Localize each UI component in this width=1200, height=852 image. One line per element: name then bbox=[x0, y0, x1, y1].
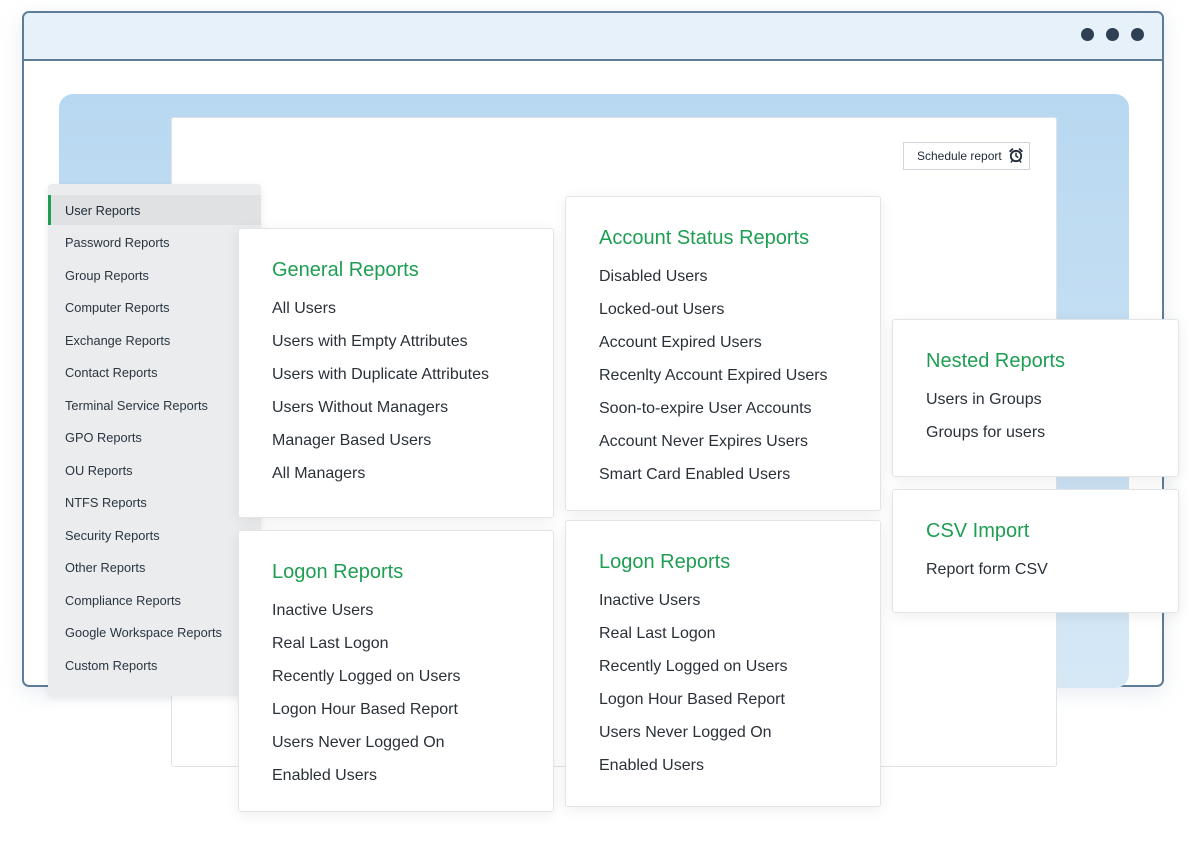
sidebar-item-terminal-service-reports[interactable]: Terminal Service Reports bbox=[48, 390, 261, 420]
report-link[interactable]: Users Never Logged On bbox=[599, 724, 772, 742]
sidebar-item-exchange-reports[interactable]: Exchange Reports bbox=[48, 325, 261, 355]
sidebar-item-gpo-reports[interactable]: GPO Reports bbox=[48, 422, 261, 452]
report-link[interactable]: Recently Logged on Users bbox=[599, 658, 788, 676]
sidebar-item-label: Compliance Reports bbox=[65, 592, 181, 608]
window-control-dot[interactable] bbox=[1081, 28, 1094, 41]
sidebar-item-label: Custom Reports bbox=[65, 657, 158, 673]
sidebar-item-label: Google Workspace Reports bbox=[65, 624, 222, 640]
report-link[interactable]: Inactive Users bbox=[599, 592, 700, 610]
report-link[interactable]: Users with Duplicate Attributes bbox=[272, 366, 489, 384]
sidebar-item-contact-reports[interactable]: Contact Reports bbox=[48, 357, 261, 387]
sidebar: User Reports Password Reports Group Repo… bbox=[48, 184, 261, 696]
report-link[interactable]: Enabled Users bbox=[599, 757, 704, 775]
sidebar-item-google-workspace-reports[interactable]: Google Workspace Reports bbox=[48, 617, 261, 647]
sidebar-item-security-reports[interactable]: Security Reports bbox=[48, 520, 261, 550]
report-link[interactable]: Logon Hour Based Report bbox=[272, 701, 458, 719]
card-general-reports: General Reports All Users Users with Emp… bbox=[238, 228, 554, 518]
card-nested-reports: Nested Reports Users in Groups Groups fo… bbox=[892, 319, 1179, 477]
sidebar-item-label: Password Reports bbox=[65, 234, 170, 250]
sidebar-item-label: Security Reports bbox=[65, 527, 160, 543]
sidebar-item-label: Computer Reports bbox=[65, 299, 170, 315]
report-link[interactable]: Real Last Logon bbox=[599, 625, 716, 643]
report-link[interactable]: Enabled Users bbox=[272, 767, 377, 785]
sidebar-item-other-reports[interactable]: Other Reports bbox=[48, 552, 261, 582]
report-link[interactable]: Recenlty Account Expired Users bbox=[599, 367, 828, 385]
card-account-status-reports: Account Status Reports Disabled Users Lo… bbox=[565, 196, 881, 511]
report-link[interactable]: Account Expired Users bbox=[599, 334, 762, 352]
report-link[interactable]: Logon Hour Based Report bbox=[599, 691, 785, 709]
report-link[interactable]: Account Never Expires Users bbox=[599, 433, 808, 451]
card-logon-reports: Logon Reports Inactive Users Real Last L… bbox=[238, 530, 554, 812]
sidebar-item-ntfs-reports[interactable]: NTFS Reports bbox=[48, 487, 261, 517]
sidebar-item-label: OU Reports bbox=[65, 462, 133, 478]
sidebar-item-user-reports[interactable]: User Reports bbox=[48, 195, 261, 225]
sidebar-item-label: Terminal Service Reports bbox=[65, 397, 208, 413]
report-link[interactable]: Recently Logged on Users bbox=[272, 668, 461, 686]
alarm-clock-icon bbox=[1008, 147, 1024, 166]
sidebar-item-label: Exchange Reports bbox=[65, 332, 171, 348]
card-logon-reports: Logon Reports Inactive Users Real Last L… bbox=[565, 520, 881, 807]
sidebar-item-label: User Reports bbox=[65, 202, 141, 218]
report-link[interactable]: Manager Based Users bbox=[272, 432, 431, 450]
report-link[interactable]: Report form CSV bbox=[926, 561, 1048, 579]
sidebar-item-compliance-reports[interactable]: Compliance Reports bbox=[48, 585, 261, 615]
report-link[interactable]: Groups for users bbox=[926, 424, 1045, 442]
report-link[interactable]: Smart Card Enabled Users bbox=[599, 466, 790, 484]
sidebar-item-label: Contact Reports bbox=[65, 364, 158, 380]
card-title: General Reports bbox=[272, 259, 419, 281]
sidebar-item-label: Group Reports bbox=[65, 267, 149, 283]
report-link[interactable]: Real Last Logon bbox=[272, 635, 389, 653]
card-title: CSV Import bbox=[926, 520, 1030, 542]
sidebar-item-group-reports[interactable]: Group Reports bbox=[48, 260, 261, 290]
window-control-dot[interactable] bbox=[1131, 28, 1144, 41]
card-title: Logon Reports bbox=[599, 551, 731, 573]
report-link[interactable]: Users Never Logged On bbox=[272, 734, 445, 752]
sidebar-item-ou-reports[interactable]: OU Reports bbox=[48, 455, 261, 485]
window-titlebar bbox=[24, 13, 1162, 61]
sidebar-item-label: NTFS Reports bbox=[65, 494, 147, 510]
sidebar-item-password-reports[interactable]: Password Reports bbox=[48, 227, 261, 257]
sidebar-item-computer-reports[interactable]: Computer Reports bbox=[48, 292, 261, 322]
schedule-report-label: Schedule report bbox=[917, 149, 1002, 163]
report-link[interactable]: Inactive Users bbox=[272, 602, 373, 620]
card-title: Logon Reports bbox=[272, 561, 404, 583]
report-link[interactable]: Users Without Managers bbox=[272, 399, 448, 417]
card-csv-import: CSV Import Report form CSV bbox=[892, 489, 1179, 613]
schedule-report-button[interactable]: Schedule report bbox=[903, 142, 1030, 170]
sidebar-item-label: GPO Reports bbox=[65, 429, 142, 445]
card-title: Nested Reports bbox=[926, 350, 1065, 372]
report-link[interactable]: Users with Empty Attributes bbox=[272, 333, 468, 351]
report-link[interactable]: Disabled Users bbox=[599, 268, 707, 286]
report-link[interactable]: Soon-to-expire User Accounts bbox=[599, 400, 812, 418]
window-control-dot[interactable] bbox=[1106, 28, 1119, 41]
report-link[interactable]: Locked-out Users bbox=[599, 301, 724, 319]
report-link[interactable]: Users in Groups bbox=[926, 391, 1042, 409]
report-link[interactable]: All Managers bbox=[272, 465, 365, 483]
card-title: Account Status Reports bbox=[599, 227, 810, 249]
report-link[interactable]: All Users bbox=[272, 300, 336, 318]
sidebar-item-custom-reports[interactable]: Custom Reports bbox=[48, 650, 261, 680]
sidebar-item-label: Other Reports bbox=[65, 559, 146, 575]
